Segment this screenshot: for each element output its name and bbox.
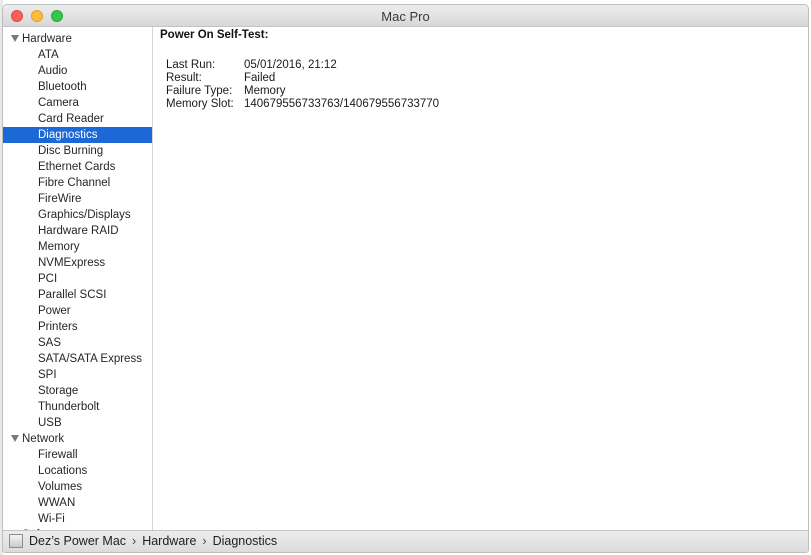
sidebar-group-hardware[interactable]: Hardware	[3, 31, 152, 47]
sidebar-group-label: Hardware	[22, 33, 72, 45]
sidebar-item-wwan[interactable]: WWAN	[3, 495, 152, 511]
sidebar-item-sas[interactable]: SAS	[3, 335, 152, 351]
sidebar-item-firewall[interactable]: Firewall	[3, 447, 152, 463]
chevron-right-icon: ›	[202, 534, 207, 548]
sidebar-item-volumes[interactable]: Volumes	[3, 479, 152, 495]
sidebar-item-locations[interactable]: Locations	[3, 463, 152, 479]
detail-value: Failed	[244, 72, 276, 84]
title-bar[interactable]: Mac Pro	[3, 5, 808, 27]
detail-value: Memory	[244, 85, 286, 97]
sidebar-item-firewire[interactable]: FireWire	[3, 191, 152, 207]
breadcrumb-item[interactable]: Dez’s Power Mac	[29, 534, 126, 548]
sidebar-item-audio[interactable]: Audio	[3, 63, 152, 79]
sidebar-item-fibre-channel[interactable]: Fibre Channel	[3, 175, 152, 191]
sidebar-item-diagnostics[interactable]: Diagnostics	[3, 127, 152, 143]
disclosure-triangle-icon[interactable]	[11, 35, 19, 42]
sidebar-item-disc-burning[interactable]: Disc Burning	[3, 143, 152, 159]
sidebar-group-label: Network	[22, 433, 65, 445]
chevron-right-icon: ›	[132, 534, 137, 548]
section-heading: Power On Self-Test:	[160, 29, 269, 41]
detail-key: Last Run:	[166, 59, 216, 71]
sidebar-item-camera[interactable]: Camera	[3, 95, 152, 111]
sidebar-item-usb[interactable]: USB	[3, 415, 152, 431]
detail-row: Failure Type: Memory	[166, 85, 286, 98]
window-title: Mac Pro	[381, 9, 430, 24]
sidebar-item-hardware-raid[interactable]: Hardware RAID	[3, 223, 152, 239]
breadcrumb: Dez’s Power Mac › Hardware › Diagnostics	[29, 531, 277, 551]
detail-row: Result: Failed	[166, 72, 275, 85]
breadcrumb-item[interactable]: Diagnostics	[213, 534, 278, 548]
sidebar-item-printers[interactable]: Printers	[3, 319, 152, 335]
detail-pane: Power On Self-Test: Last Run: 05/01/2016,…	[154, 27, 808, 531]
detail-row: Memory Slot: 140679556733763/140679556733…	[166, 98, 439, 111]
disclosure-triangle-icon[interactable]	[11, 435, 19, 442]
detail-key: Failure Type:	[166, 85, 233, 97]
detail-key: Result:	[166, 72, 202, 84]
sidebar-item-memory[interactable]: Memory	[3, 239, 152, 255]
detail-value: 140679556733763/140679556733770	[244, 98, 440, 110]
sidebar-item-spi[interactable]: SPI	[3, 367, 152, 383]
sidebar-item-wi-fi[interactable]: Wi-Fi	[3, 511, 152, 527]
sidebar-group-network[interactable]: Network	[3, 431, 152, 447]
detail-value: 05/01/2016, 21:12	[244, 59, 337, 71]
sidebar-item-storage[interactable]: Storage	[3, 383, 152, 399]
mac-computer-icon	[9, 534, 23, 548]
sidebar-item-sata-sata-express[interactable]: SATA/SATA Express	[3, 351, 152, 367]
sidebar-item-parallel-scsi[interactable]: Parallel SCSI	[3, 287, 152, 303]
sidebar-tree[interactable]: Hardware ATA Audio Bluetooth Camera Card Read…	[3, 27, 153, 531]
sidebar-item-ethernet-cards[interactable]: Ethernet Cards	[3, 159, 152, 175]
sidebar-item-pci[interactable]: PCI	[3, 271, 152, 287]
sidebar-item-ata[interactable]: ATA	[3, 47, 152, 63]
sidebar-item-graphics-displays[interactable]: Graphics/Displays	[3, 207, 152, 223]
sidebar-item-card-reader[interactable]: Card Reader	[3, 111, 152, 127]
breadcrumb-item[interactable]: Hardware	[142, 534, 196, 548]
detail-key: Memory Slot:	[166, 98, 234, 110]
path-bar: Dez’s Power Mac › Hardware › Diagnostics	[3, 530, 808, 552]
sidebar-item-power[interactable]: Power	[3, 303, 152, 319]
detail-row: Last Run: 05/01/2016, 21:12	[166, 59, 337, 72]
sidebar-item-thunderbolt[interactable]: Thunderbolt	[3, 399, 152, 415]
system-information-window: Mac Pro Hardware ATA Audio Bluetooth Camera C…	[2, 4, 809, 553]
sidebar-item-bluetooth[interactable]: Bluetooth	[3, 79, 152, 95]
sidebar-item-nvmexpress[interactable]: NVMExpress	[3, 255, 152, 271]
